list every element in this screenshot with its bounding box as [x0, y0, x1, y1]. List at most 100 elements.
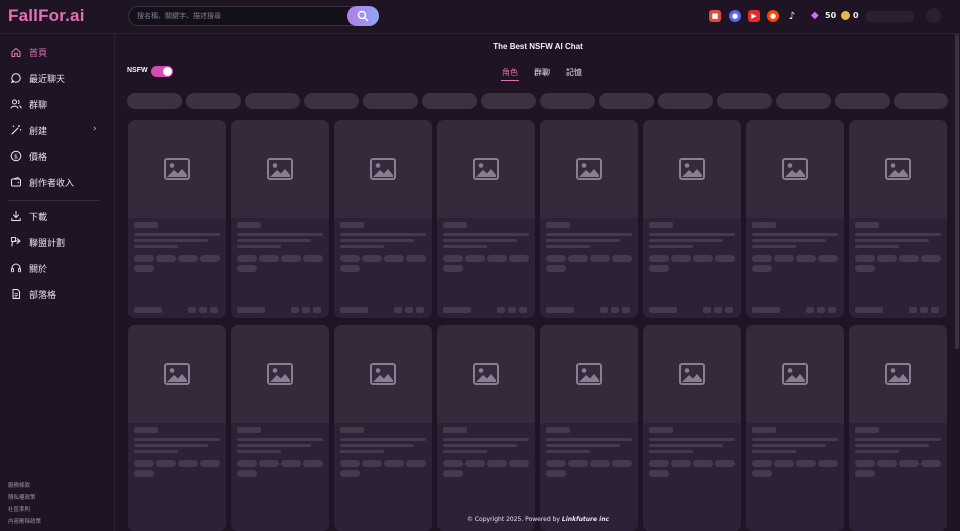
character-card-placeholder[interactable]: [540, 120, 638, 318]
sidebar-item-create[interactable]: 創建 ›: [0, 119, 115, 141]
skeleton-line: [796, 255, 816, 262]
sidebar-item-about[interactable]: 關於: [0, 257, 115, 279]
category-chip-placeholder[interactable]: [776, 93, 831, 109]
tab-group-chat[interactable]: 群聊: [534, 67, 550, 78]
search-button[interactable]: [347, 6, 379, 26]
character-card-placeholder[interactable]: [746, 325, 844, 531]
character-card-placeholder[interactable]: [437, 325, 535, 531]
sidebar-item-creator-income[interactable]: 創作者收入: [0, 171, 115, 193]
category-chip-placeholder[interactable]: [658, 93, 713, 109]
chat-icon: [10, 73, 21, 84]
category-chip-placeholder[interactable]: [422, 93, 477, 109]
skeleton-line: [508, 307, 516, 313]
search-bar: [128, 6, 379, 26]
skeleton-line: [774, 460, 794, 467]
scrollbar[interactable]: [955, 34, 959, 349]
skeleton-line: [237, 460, 257, 467]
footer-link-privacy[interactable]: 隱私權政策: [8, 493, 36, 501]
skeleton-line: [237, 265, 257, 272]
character-card-placeholder[interactable]: [746, 120, 844, 318]
gift-icon[interactable]: ■: [709, 10, 721, 22]
skeleton-line: [291, 307, 299, 313]
category-chip-placeholder[interactable]: [835, 93, 890, 109]
image-icon: [885, 158, 911, 180]
search-icon: [357, 10, 369, 22]
category-chip-placeholder[interactable]: [481, 93, 536, 109]
sidebar-item-download[interactable]: 下載: [0, 205, 115, 227]
skeleton-line: [465, 255, 485, 262]
category-chip-placeholder[interactable]: [245, 93, 300, 109]
company-name[interactable]: Linkfuture inc: [562, 516, 609, 523]
skeleton-line: [188, 307, 196, 313]
category-chip-placeholder[interactable]: [127, 93, 182, 109]
sidebar-item-label: 關於: [29, 265, 48, 275]
user-name-placeholder[interactable]: [866, 11, 914, 22]
category-chip-placeholder[interactable]: [599, 93, 654, 109]
skeleton-line: [134, 470, 154, 477]
skeleton-line: [546, 450, 590, 453]
character-card-placeholder[interactable]: [334, 325, 432, 531]
character-card-placeholder[interactable]: [128, 120, 226, 318]
skeleton-line: [519, 307, 527, 313]
skeleton-line: [134, 265, 154, 272]
tiktok-icon[interactable]: ♪: [786, 10, 798, 22]
skeleton-line: [671, 460, 691, 467]
skeleton-line: [715, 255, 735, 262]
sidebar-item-affiliate[interactable]: 聯盟計劃: [0, 231, 115, 253]
category-chip-placeholder[interactable]: [540, 93, 595, 109]
character-card-placeholder[interactable]: [643, 120, 741, 318]
skeleton-line: [546, 245, 590, 248]
skeleton-line: [303, 460, 323, 467]
youtube-icon[interactable]: ▶: [748, 10, 760, 22]
image-placeholder: [540, 120, 638, 218]
character-card-placeholder[interactable]: [334, 120, 432, 318]
coin-icon: [841, 11, 850, 20]
sidebar-item-blog[interactable]: 部落格: [0, 283, 115, 305]
character-card-placeholder[interactable]: [849, 120, 947, 318]
character-card-placeholder[interactable]: [231, 120, 329, 318]
category-chip-placeholder[interactable]: [717, 93, 772, 109]
skeleton-line: [649, 427, 673, 433]
skeleton-line: [134, 255, 154, 262]
skeleton-line: [340, 460, 360, 467]
category-chip-placeholder[interactable]: [894, 93, 948, 109]
skeleton-line: [384, 460, 404, 467]
category-chip-placeholder[interactable]: [304, 93, 359, 109]
sidebar: 首頁 最近聊天 群聊 創建 › $ 價格 創作者收入 下載 聯盟計劃 關於 部落…: [0, 34, 115, 531]
skeleton-line: [855, 444, 929, 447]
reddit-icon[interactable]: ●: [767, 10, 779, 22]
tab-characters[interactable]: 角色: [502, 67, 518, 78]
logo[interactable]: FallFor.ai: [8, 6, 85, 26]
character-card-placeholder[interactable]: [540, 325, 638, 531]
sidebar-item-home[interactable]: 首頁: [0, 41, 115, 63]
character-card-placeholder[interactable]: [437, 120, 535, 318]
character-card-placeholder[interactable]: [128, 325, 226, 531]
skeleton-line: [443, 239, 517, 242]
footer-link-content-removal[interactable]: 內容刪除政策: [8, 517, 41, 525]
skeleton-line: [752, 245, 796, 248]
footer-link-terms[interactable]: 服務條款: [8, 481, 30, 489]
discord-icon[interactable]: ●: [729, 10, 741, 22]
sidebar-item-recent-chats[interactable]: 最近聊天: [0, 67, 115, 89]
avatar[interactable]: [926, 8, 941, 23]
skeleton-line: [259, 460, 279, 467]
character-card-placeholder[interactable]: [231, 325, 329, 531]
image-icon: [267, 158, 293, 180]
character-card-placeholder[interactable]: [849, 325, 947, 531]
skeleton-line: [752, 222, 776, 228]
image-icon: [370, 363, 396, 385]
skeleton-line: [546, 265, 566, 272]
search-input[interactable]: [137, 9, 347, 23]
nsfw-toggle[interactable]: [151, 66, 173, 77]
sidebar-item-group-chat[interactable]: 群聊: [0, 93, 115, 115]
category-chip-placeholder[interactable]: [363, 93, 418, 109]
skeleton-line: [546, 438, 632, 441]
tab-memory[interactable]: 記憶: [566, 67, 582, 78]
skeleton-line: [340, 239, 414, 242]
image-icon: [782, 363, 808, 385]
skeleton-line: [649, 307, 677, 313]
sidebar-item-pricing[interactable]: $ 價格: [0, 145, 115, 167]
footer-link-community[interactable]: 社區準則: [8, 505, 30, 513]
character-card-placeholder[interactable]: [643, 325, 741, 531]
category-chip-placeholder[interactable]: [186, 93, 241, 109]
